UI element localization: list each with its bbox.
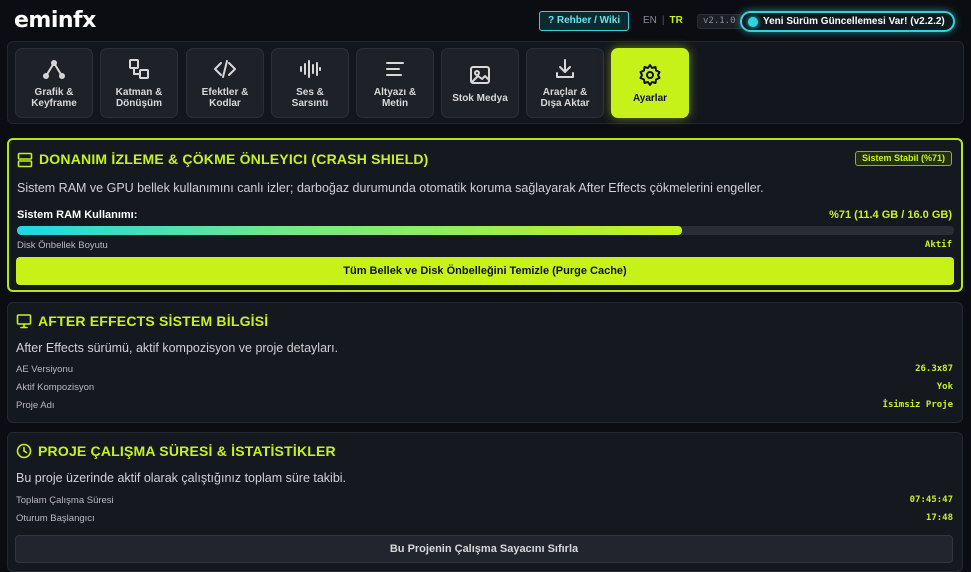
tab-bar: Grafik & Keyframe Katman & Dönüşüm Efekt… (7, 41, 964, 124)
session-start-label: Oturum Başlangıcı (16, 513, 95, 524)
lang-separator: | (661, 15, 665, 26)
tab-effects-code[interactable]: Efektler & Kodlar (186, 48, 264, 118)
crash-shield-panel: DONANIM İZLEME & ÇÖKME ÖNLEYICI (CRASH S… (7, 138, 963, 292)
ae-version-label: AE Versiyonu (16, 364, 74, 375)
lang-tr-option[interactable]: TR (670, 15, 683, 26)
purge-cache-button[interactable]: Tüm Bellek ve Disk Önbelleğini Temizle (… (16, 257, 954, 285)
total-work-time-label: Toplam Çalışma Süresi (16, 495, 114, 506)
total-work-time-value: 07:45:47 (909, 495, 953, 505)
lang-en-option[interactable]: EN (643, 15, 657, 26)
ram-usage-bar-fill (17, 226, 683, 235)
tab-label: Altyazı & Metin (373, 87, 417, 109)
tab-stock-media[interactable]: Stok Medya (441, 48, 519, 118)
app-logo: eminfx (14, 8, 96, 33)
ae-system-info-panel: AFTER EFFECTS SİSTEM BİLGİSİ After Effec… (7, 302, 963, 423)
project-name-label: Proje Adı (16, 400, 55, 411)
system-status-badge: Sistem Stabil (%71) (854, 151, 952, 166)
tab-label: Grafik & Keyframe (31, 87, 77, 109)
graph-curve-icon (43, 60, 65, 79)
tab-layer-transform[interactable]: Katman & Dönüşüm (100, 48, 178, 118)
tab-graph-keyframe[interactable]: Grafik & Keyframe (15, 48, 93, 118)
code-icon (214, 60, 236, 78)
tab-settings[interactable]: Ayarlar (611, 48, 689, 118)
gear-icon (639, 63, 661, 86)
ae-version-value: 26.3x87 (915, 364, 953, 374)
tab-label: Ses & Sarsıntı (291, 87, 329, 109)
tab-label: Stok Medya (452, 92, 508, 104)
project-stats-panel: PROJE ÇALIŞMA SÜRESİ & İSTATİSTİKLER Bu … (7, 432, 963, 572)
download-icon (556, 59, 574, 78)
reset-timer-button[interactable]: Bu Projenin Çalışma Sayacını Sıfırla (15, 535, 953, 563)
active-comp-value: Yok (936, 382, 953, 392)
help-wiki-button[interactable]: ? Rehber / Wiki (539, 11, 630, 31)
image-icon (470, 65, 490, 84)
monitor-icon (16, 314, 32, 329)
tab-label: Araçlar & Dışa Aktar (540, 87, 590, 109)
crash-shield-description: Sistem RAM ve GPU bellek kullanımını can… (17, 181, 764, 195)
clock-icon (16, 443, 32, 459)
project-name-value: İsimsiz Proje (882, 400, 953, 410)
ae-info-description: After Effects sürümü, aktif kompozisyon … (16, 341, 339, 355)
tab-tools-export[interactable]: Araçlar & Dışa Aktar (526, 48, 604, 118)
update-available-button[interactable]: Yeni Sürüm Güncellemesi Var! (v2.2.2) (740, 11, 955, 32)
disk-cache-label: Disk Önbellek Boyutu (17, 240, 108, 251)
ram-usage-value: %71 (11.4 GB / 16.0 GB) (829, 209, 952, 221)
text-lines-icon (386, 62, 404, 76)
audio-wave-icon (300, 60, 321, 78)
tab-label: Efektler & Kodlar (201, 87, 249, 109)
active-comp-label: Aktif Kompozisyon (16, 382, 95, 393)
crash-shield-title: DONANIM İZLEME & ÇÖKME ÖNLEYICI (CRASH S… (39, 151, 429, 167)
server-icon (17, 152, 33, 168)
stats-title: PROJE ÇALIŞMA SÜRESİ & İSTATİSTİKLER (38, 443, 336, 459)
update-dot-icon (748, 16, 758, 27)
version-badge: v2.1.0 (697, 14, 742, 29)
language-switcher: EN | TR (643, 15, 683, 26)
tab-label: Katman & Dönüşüm (115, 87, 163, 109)
top-bar: eminfx ? Rehber / Wiki EN | TR v2.1.0 Yeni… (0, 0, 971, 42)
stats-description: Bu proje üzerinde aktif olarak çalıştığı… (16, 471, 347, 485)
tab-audio-shake[interactable]: Ses & Sarsıntı (271, 48, 349, 118)
layers-transform-icon (129, 59, 149, 79)
session-start-value: 17:48 (925, 513, 953, 523)
ae-info-title: AFTER EFFECTS SİSTEM BİLGİSİ (38, 313, 269, 329)
ram-usage-label: Sistem RAM Kullanımı: (17, 209, 138, 221)
tab-subtitle-text[interactable]: Altyazı & Metin (356, 48, 434, 118)
ram-usage-bar (17, 226, 954, 235)
update-label: Yeni Sürüm Güncellemesi Var! (v2.2.2) (763, 16, 945, 27)
disk-cache-value: Aktif (924, 240, 952, 250)
tab-label: Ayarlar (632, 92, 668, 104)
